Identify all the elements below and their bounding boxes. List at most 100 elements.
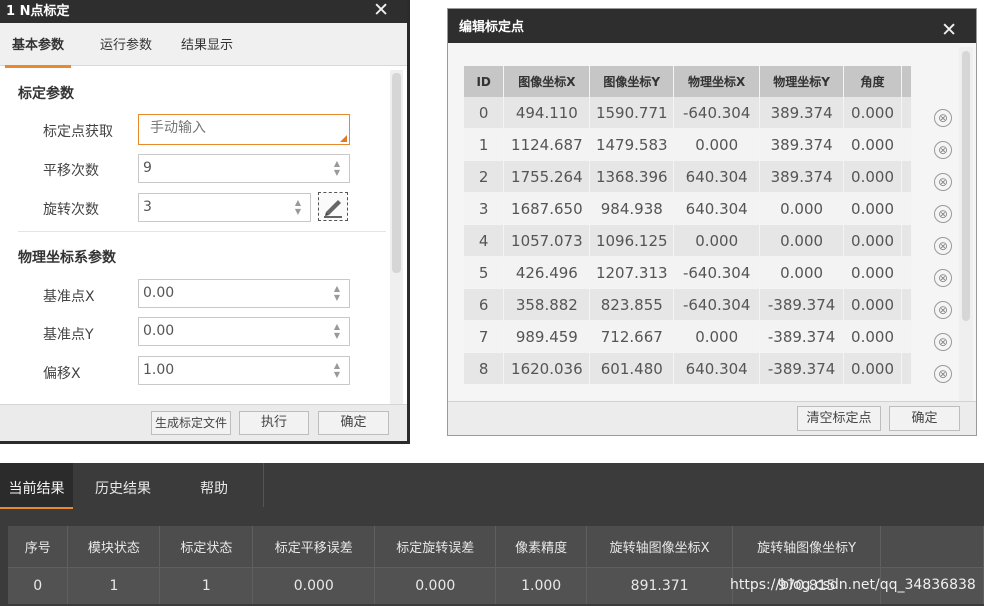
points-cell[interactable]: -389.374	[759, 288, 845, 321]
delete-point-icon[interactable]: ⊗	[934, 333, 952, 351]
points-cell[interactable]: 1207.313	[589, 256, 675, 289]
delete-point-icon[interactable]: ⊗	[934, 173, 952, 191]
results-cell[interactable]: 891.371	[586, 567, 734, 604]
results-cell[interactable]: 1	[67, 567, 161, 604]
delete-point-icon[interactable]: ⊗	[934, 205, 952, 223]
points-scrollbar[interactable]	[959, 47, 973, 403]
points-cell[interactable]: 0.000	[673, 320, 761, 353]
points-cell[interactable]: 1368.396	[589, 160, 675, 193]
points-cell[interactable]: 1590.771	[589, 97, 675, 129]
delete-point-icon[interactable]: ⊗	[934, 109, 952, 127]
points-cell[interactable]: -640.304	[673, 288, 761, 321]
points-cell[interactable]: 0.000	[843, 128, 902, 161]
points-cell[interactable]: 3	[464, 192, 505, 225]
tab-run-params[interactable]: 运行参数	[100, 23, 152, 65]
points-cell[interactable]: 1124.687	[503, 128, 591, 161]
points-cell[interactable]: 0	[464, 97, 505, 129]
points-cell[interactable]: 984.938	[589, 192, 675, 225]
points-cell[interactable]: 389.374	[759, 128, 845, 161]
points-scrollbar-thumb[interactable]	[962, 51, 970, 321]
points-cell[interactable]: 601.480	[589, 352, 675, 385]
spinner-icon[interactable]: ▲ ▼	[333, 159, 341, 179]
points-cell[interactable]: 8	[464, 352, 505, 385]
execute-button[interactable]: 执行	[239, 411, 309, 435]
points-table-row[interactable]: 0 494.110 1590.771 -640.304 389.374 0.000	[464, 97, 912, 129]
generate-calib-file-button[interactable]: 生成标定文件	[151, 411, 231, 435]
points-cell[interactable]: 1	[464, 128, 505, 161]
results-cell[interactable]: 0.000	[252, 567, 376, 604]
delete-point-icon[interactable]: ⊗	[934, 237, 952, 255]
points-cell[interactable]: 1479.583	[589, 128, 675, 161]
points-cell[interactable]: 5	[464, 256, 505, 289]
results-cell[interactable]: 1	[159, 567, 254, 604]
points-cell[interactable]: 0.000	[843, 97, 902, 129]
close-icon[interactable]: ✕	[373, 0, 389, 22]
points-cell[interactable]: 1687.650	[503, 192, 591, 225]
points-cell[interactable]: 389.374	[759, 97, 845, 129]
tab-result-display[interactable]: 结果显示	[181, 23, 233, 65]
point-source-select[interactable]: 手动输入	[138, 114, 350, 145]
close-icon[interactable]: ✕	[941, 11, 957, 49]
points-cell[interactable]: 1755.264	[503, 160, 591, 193]
base-x-input[interactable]: 0.00 ▲ ▼	[138, 279, 350, 308]
points-cell[interactable]: 4	[464, 224, 505, 257]
tab-help[interactable]: 帮助	[174, 463, 254, 507]
results-cell[interactable]: 1.000	[495, 567, 588, 604]
translate-count-input[interactable]: 9 ▲ ▼	[138, 154, 350, 183]
points-cell[interactable]: 0.000	[759, 192, 845, 225]
points-cell[interactable]: 389.374	[759, 160, 845, 193]
points-cell[interactable]: 0.000	[843, 192, 902, 225]
results-cell[interactable]: 0	[8, 567, 69, 604]
points-cell[interactable]: 1096.125	[589, 224, 675, 257]
points-cell[interactable]: 0.000	[843, 224, 902, 257]
rotate-count-input[interactable]: 3 ▲ ▼	[138, 193, 311, 222]
delete-point-icon[interactable]: ⊗	[934, 365, 952, 383]
base-y-input[interactable]: 0.00 ▲ ▼	[138, 317, 350, 346]
points-table-row[interactable]: 7 989.459 712.667 0.000 -389.374 0.000	[464, 320, 912, 353]
points-cell[interactable]: 0.000	[673, 224, 761, 257]
delete-point-icon[interactable]: ⊗	[934, 269, 952, 287]
points-cell[interactable]: 712.667	[589, 320, 675, 353]
points-cell[interactable]: 2	[464, 160, 505, 193]
points-cell[interactable]: 358.882	[503, 288, 591, 321]
points-table-row[interactable]: 2 1755.264 1368.396 640.304 389.374 0.000	[464, 160, 912, 193]
points-table-row[interactable]: 5 426.496 1207.313 -640.304 0.000 0.000	[464, 256, 912, 289]
points-cell[interactable]: -640.304	[673, 97, 761, 129]
points-cell[interactable]: 426.496	[503, 256, 591, 289]
points-cell[interactable]: 7	[464, 320, 505, 353]
points-table-row[interactable]: 3 1687.650 984.938 640.304 0.000 0.000	[464, 192, 912, 225]
spinner-icon[interactable]: ▲ ▼	[333, 322, 341, 342]
tab-history-result[interactable]: 历史结果	[80, 463, 166, 507]
points-cell[interactable]: -640.304	[673, 256, 761, 289]
spinner-icon[interactable]: ▲ ▼	[294, 198, 302, 218]
spinner-icon[interactable]: ▲ ▼	[333, 361, 341, 381]
points-cell[interactable]: 0.000	[843, 320, 902, 353]
tab-basic-params[interactable]: 基本参数	[5, 23, 71, 68]
spinner-icon[interactable]: ▲ ▼	[333, 284, 341, 304]
clear-points-button[interactable]: 清空标定点	[797, 406, 881, 431]
delete-point-icon[interactable]: ⊗	[934, 301, 952, 319]
edit-points-button[interactable]	[318, 192, 348, 221]
points-cell[interactable]: -389.374	[759, 320, 845, 353]
calib-scrollbar[interactable]	[390, 70, 403, 404]
points-table-row[interactable]: 8 1620.036 601.480 640.304 -389.374 0.000	[464, 352, 912, 385]
calib-ok-button[interactable]: 确定	[318, 411, 389, 435]
delete-point-icon[interactable]: ⊗	[934, 141, 952, 159]
points-cell[interactable]: 0.000	[759, 224, 845, 257]
points-cell[interactable]: 6	[464, 288, 505, 321]
points-cell[interactable]: 640.304	[673, 160, 761, 193]
points-cell[interactable]: 640.304	[673, 192, 761, 225]
points-cell[interactable]: 0.000	[843, 160, 902, 193]
points-cell[interactable]: 823.855	[589, 288, 675, 321]
points-ok-button[interactable]: 确定	[889, 406, 960, 431]
points-table-row[interactable]: 1 1124.687 1479.583 0.000 389.374 0.000	[464, 128, 912, 161]
points-cell[interactable]: 0.000	[843, 352, 902, 385]
points-cell[interactable]: -389.374	[759, 352, 845, 385]
points-table-row[interactable]: 4 1057.073 1096.125 0.000 0.000 0.000	[464, 224, 912, 257]
points-cell[interactable]: 0.000	[759, 256, 845, 289]
points-table-row[interactable]: 6 358.882 823.855 -640.304 -389.374 0.000	[464, 288, 912, 321]
points-cell[interactable]: 1057.073	[503, 224, 591, 257]
points-cell[interactable]: 0.000	[843, 256, 902, 289]
points-cell[interactable]: 0.000	[843, 288, 902, 321]
offset-x-input[interactable]: 1.00 ▲ ▼	[138, 356, 350, 385]
